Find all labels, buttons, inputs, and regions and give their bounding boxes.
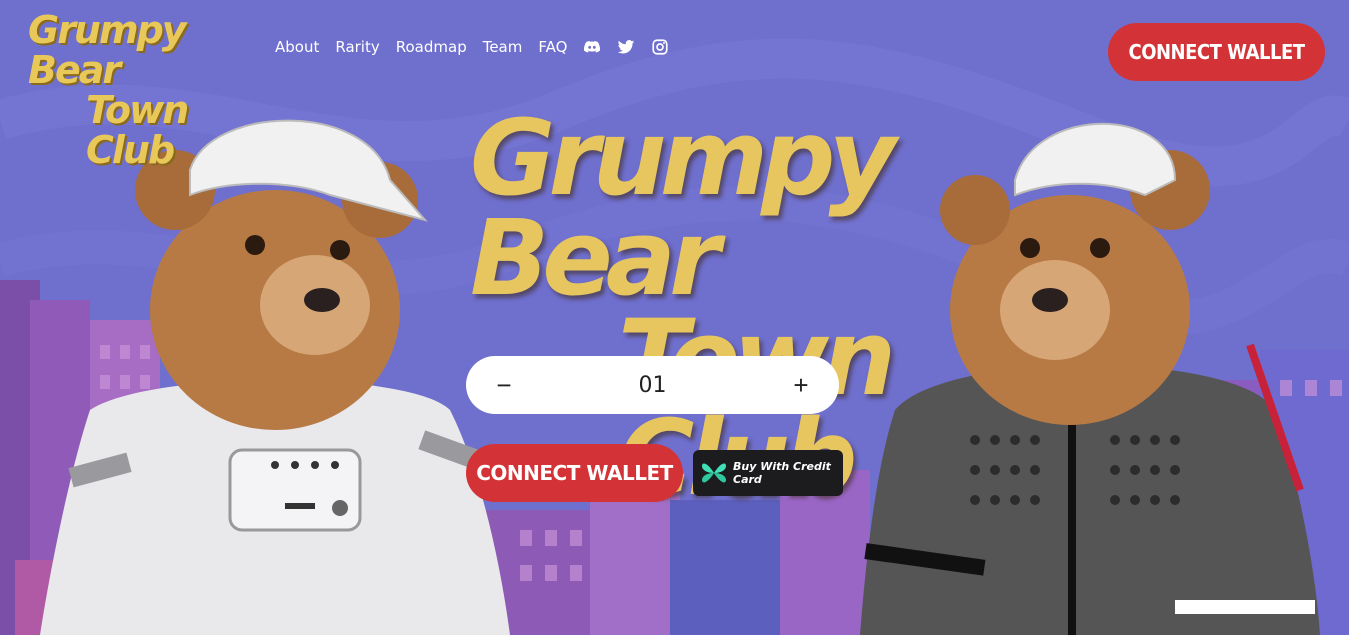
header-connect-wallet-button[interactable]: CONNECT WALLET [1108,23,1325,81]
quantity-value[interactable]: 01 [639,373,667,398]
quantity-stepper: − 01 + [466,356,839,414]
nav-faq[interactable]: FAQ [538,38,567,56]
nav-roadmap[interactable]: Roadmap [396,38,467,56]
increment-button[interactable]: + [789,370,813,401]
brand-line-2: Town Club [86,88,189,172]
buy-with-credit-card-button[interactable]: Buy With Credit Card [693,450,843,496]
bear-astronaut-image [40,119,510,635]
buy-with-credit-card-label: Buy With Credit Card [733,460,831,486]
main-nav: About Rarity Roadmap Team FAQ [275,38,685,56]
mint-connect-wallet-button[interactable]: CONNECT WALLET [466,444,683,502]
brand-line-1: Grumpy Bear [28,8,187,92]
decrement-button[interactable]: − [492,370,516,401]
twitter-icon[interactable] [617,38,635,56]
crossmint-x-icon [699,458,729,488]
nav-about[interactable]: About [275,38,319,56]
nav-team[interactable]: Team [483,38,523,56]
instagram-icon[interactable] [651,38,669,56]
discord-icon[interactable] [583,38,601,56]
hero-title-line-1: Grumpy Bear [470,97,896,319]
nav-rarity[interactable]: Rarity [335,38,379,56]
brand-logo[interactable]: Grumpy Bear Town Club [28,10,268,170]
